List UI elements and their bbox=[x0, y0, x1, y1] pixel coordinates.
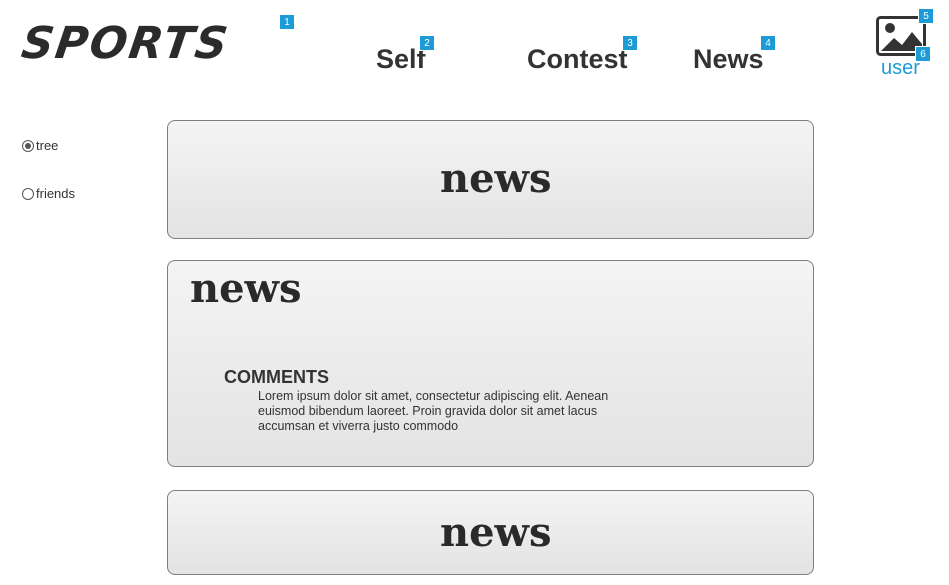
news-card[interactable]: news bbox=[167, 120, 814, 239]
news-card[interactable]: news bbox=[167, 490, 814, 575]
radio-option-friends[interactable]: friends bbox=[22, 186, 75, 201]
comments-text: Lorem ipsum dolor sit amet, consectetur … bbox=[258, 389, 609, 433]
news-card-title: news bbox=[440, 509, 552, 556]
nav-news-link[interactable]: News bbox=[693, 44, 764, 75]
news-card-title: news bbox=[440, 155, 552, 202]
news-card-title: news bbox=[190, 265, 302, 312]
annotation-badge-2: 2 bbox=[419, 35, 435, 51]
radio-button[interactable] bbox=[22, 139, 34, 152]
annotation-badge-1: 1 bbox=[279, 14, 295, 30]
annotation-badge-3: 3 bbox=[622, 35, 638, 51]
annotation-badge-4: 4 bbox=[760, 35, 776, 51]
comments-heading: COMMENTS bbox=[224, 367, 329, 387]
radio-label: friends bbox=[36, 186, 76, 201]
news-card-with-comments[interactable]: news COMMENTS Lorem ipsum dolor sit amet… bbox=[167, 260, 814, 467]
nav-contest-link[interactable]: Contest bbox=[527, 44, 628, 75]
radio-button[interactable] bbox=[22, 187, 34, 200]
annotation-badge-5: 5 bbox=[918, 8, 934, 24]
radio-option-tree[interactable]: tree bbox=[22, 138, 58, 153]
sports-logo[interactable]: SPORTS bbox=[18, 18, 232, 69]
radio-label: tree bbox=[36, 138, 59, 153]
page: SPORTS 1 Self 2 Contest 3 News 4 user 5 … bbox=[0, 0, 949, 585]
annotation-badge-6: 6 bbox=[915, 46, 931, 62]
